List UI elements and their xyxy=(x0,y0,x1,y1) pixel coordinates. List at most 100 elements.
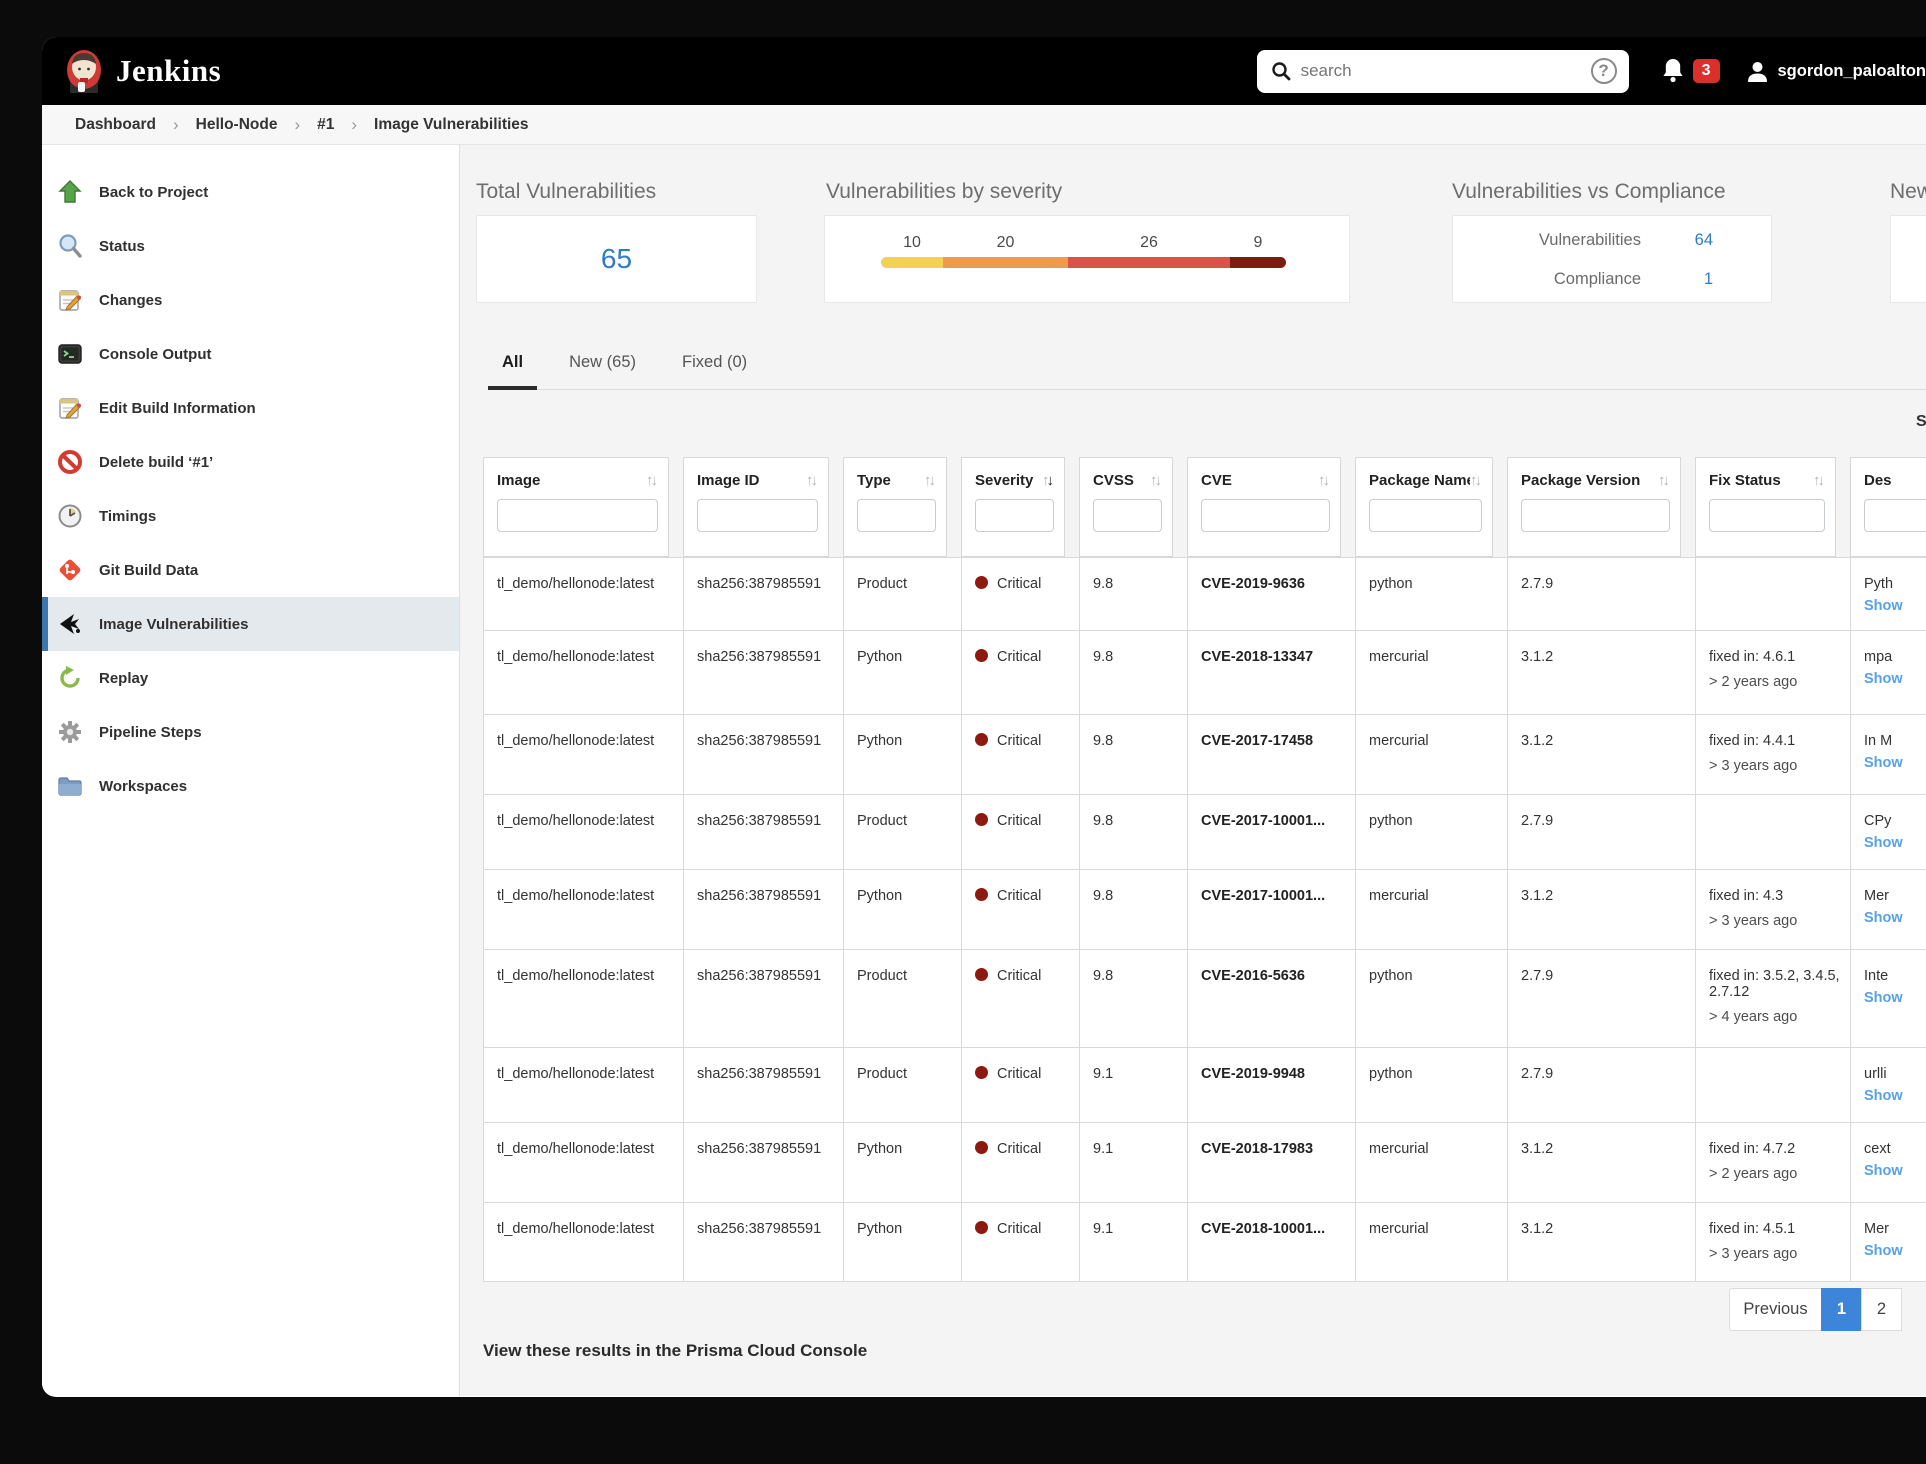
sidebar-item-delete-build[interactable]: Delete build ‘#1’ xyxy=(42,435,459,489)
sort-desc-icon: ↓ xyxy=(928,472,936,489)
severity-segment-medium xyxy=(943,257,1068,268)
severity-dot-icon xyxy=(975,968,988,981)
card-title-severity: Vulnerabilities by severity xyxy=(826,180,1063,203)
notification-bell-icon[interactable] xyxy=(1661,58,1685,84)
show-link[interactable]: Show xyxy=(1864,1243,1926,1259)
search-icon xyxy=(1271,62,1290,81)
filter-input-image-id[interactable] xyxy=(697,499,818,532)
sort-desc-icon: ↓ xyxy=(1662,472,1670,489)
table-row: tl_demo/hellonode:latest sha256:38798559… xyxy=(484,715,1926,795)
brand-wordmark[interactable]: Jenkins xyxy=(116,53,221,89)
column-header-type[interactable]: Type ↑↓ xyxy=(843,457,947,557)
cell-cve: CVE-2018-13347 xyxy=(1188,631,1356,714)
cell-severity: Critical xyxy=(962,795,1080,869)
sort-icon[interactable]: ↑↓ xyxy=(1658,472,1670,489)
column-header-cve[interactable]: CVE ↑↓ xyxy=(1187,457,1341,557)
show-link[interactable]: Show xyxy=(1864,671,1926,687)
filter-input-severity[interactable] xyxy=(975,499,1054,532)
cell-fix-status xyxy=(1696,1048,1851,1122)
breadcrumb-build[interactable]: #1 xyxy=(317,116,334,134)
show-link[interactable]: Show xyxy=(1864,1163,1926,1179)
sidebar-item-replay[interactable]: Replay xyxy=(42,651,459,705)
jenkins-logo-icon[interactable] xyxy=(64,48,104,94)
show-link[interactable]: Show xyxy=(1864,598,1926,614)
filter-input-image[interactable] xyxy=(497,499,658,532)
prisma-console-link[interactable]: View these results in the Prisma Cloud C… xyxy=(483,1341,867,1361)
severity-critical-count: 9 xyxy=(1253,234,1263,251)
main-content: Total Vulnerabilities Vulnerabilities by… xyxy=(460,145,1926,1396)
sidebar-item-timings[interactable]: Timings xyxy=(42,489,459,543)
cell-fix-status xyxy=(1696,558,1851,630)
tab-fixed[interactable]: Fixed (0) xyxy=(668,341,761,389)
column-header-cvss[interactable]: CVSS ↑↓ xyxy=(1079,457,1173,557)
breadcrumb-page[interactable]: Image Vulnerabilities xyxy=(374,116,528,134)
arrow-up-icon xyxy=(58,180,82,203)
filter-input-package-name[interactable] xyxy=(1369,499,1482,532)
show-link[interactable]: Show xyxy=(1864,1088,1926,1104)
notification-count-badge[interactable]: 3 xyxy=(1692,59,1720,83)
filter-input-package-version[interactable] xyxy=(1521,499,1670,532)
compliance-label: Compliance xyxy=(1553,270,1641,288)
tab-new[interactable]: New (65) xyxy=(555,341,650,389)
column-header-fix-status[interactable]: Fix Status ↑↓ xyxy=(1695,457,1836,557)
sidebar-item-workspaces[interactable]: Workspaces xyxy=(42,759,459,813)
show-link[interactable]: Show xyxy=(1864,990,1926,1006)
sidebar-item-back-to-project[interactable]: Back to Project xyxy=(42,165,459,219)
show-link[interactable]: Show xyxy=(1864,835,1926,851)
sort-desc-icon: ↓ xyxy=(650,472,658,489)
previous-page-button[interactable]: Previous xyxy=(1729,1288,1822,1331)
tab-all[interactable]: All xyxy=(488,341,538,390)
column-header-image[interactable]: Image ↑↓ xyxy=(483,457,669,557)
show-link[interactable]: Show xyxy=(1864,755,1926,771)
severity-segment-critical xyxy=(1230,257,1286,268)
sort-icon[interactable]: ↑↓ xyxy=(1813,472,1825,489)
sort-icon[interactable]: ↑↓ xyxy=(924,472,936,489)
severity-dot-icon xyxy=(975,888,988,901)
filter-input-type[interactable] xyxy=(857,499,936,532)
column-header-package-version[interactable]: Package Version ↑↓ xyxy=(1507,457,1681,557)
column-header-severity[interactable]: Severity ↑↓ xyxy=(961,457,1065,557)
sort-icon[interactable]: ↑↓ xyxy=(1150,472,1162,489)
sidebar-item-console-output[interactable]: Console Output xyxy=(42,327,459,381)
sidebar-item-git-build-data[interactable]: Git Build Data xyxy=(42,543,459,597)
cell-package-version: 2.7.9 xyxy=(1508,558,1696,630)
cell-fix-status: fixed in: 4.6.1 > 2 years ago xyxy=(1696,631,1851,714)
sort-icon[interactable]: ↑↓ xyxy=(1318,472,1330,489)
page-2-button[interactable]: 2 xyxy=(1861,1288,1902,1331)
page-1-button[interactable]: 1 xyxy=(1821,1288,1862,1331)
filter-input-cve[interactable] xyxy=(1201,499,1330,532)
cell-severity: Critical xyxy=(962,631,1080,714)
cell-image-id: sha256:387985591 xyxy=(684,715,844,794)
filter-input-fix-status[interactable] xyxy=(1709,499,1825,532)
column-header-description[interactable]: Des xyxy=(1850,457,1926,557)
user-menu[interactable]: sgordon_paloalton xyxy=(1746,60,1926,83)
sidebar-item-pipeline-steps[interactable]: Pipeline Steps xyxy=(42,705,459,759)
search-input[interactable] xyxy=(1300,61,1591,81)
cell-cvss: 9.8 xyxy=(1080,631,1188,714)
column-header-package-name[interactable]: Package Name ↑↓ xyxy=(1355,457,1493,557)
help-icon[interactable]: ? xyxy=(1590,58,1617,84)
filter-input-cvss[interactable] xyxy=(1093,499,1162,532)
breadcrumb-dashboard[interactable]: Dashboard xyxy=(75,116,156,134)
cell-cve: CVE-2018-10001... xyxy=(1188,1203,1356,1281)
sidebar-item-image-vulnerabilities[interactable]: Image Vulnerabilities xyxy=(42,597,459,651)
show-link[interactable]: Show xyxy=(1864,910,1926,926)
cell-severity: Critical xyxy=(962,1048,1080,1122)
sidebar-item-edit-build-information[interactable]: Edit Build Information xyxy=(42,381,459,435)
cell-description: Mer Show xyxy=(1851,870,1926,949)
sidebar-item-changes[interactable]: Changes xyxy=(42,273,459,327)
breadcrumb-project[interactable]: Hello-Node xyxy=(196,116,278,134)
vulnerabilities-count-link[interactable]: 64 xyxy=(1641,231,1713,250)
cell-type: Python xyxy=(844,870,962,949)
sidebar-item-status[interactable]: Status xyxy=(42,219,459,273)
filter-input-description[interactable] xyxy=(1864,499,1926,532)
terminal-icon xyxy=(58,344,82,364)
compliance-count-link[interactable]: 1 xyxy=(1641,270,1713,289)
sort-icon-active[interactable]: ↑↓ xyxy=(1042,472,1054,489)
cell-image: tl_demo/hellonode:latest xyxy=(484,950,684,1047)
sort-icon[interactable]: ↑↓ xyxy=(806,472,818,489)
sort-icon[interactable]: ↑↓ xyxy=(1470,472,1482,489)
column-header-image-id[interactable]: Image ID ↑↓ xyxy=(683,457,829,557)
cell-package-version: 3.1.2 xyxy=(1508,1203,1696,1281)
sort-icon[interactable]: ↑↓ xyxy=(646,472,658,489)
